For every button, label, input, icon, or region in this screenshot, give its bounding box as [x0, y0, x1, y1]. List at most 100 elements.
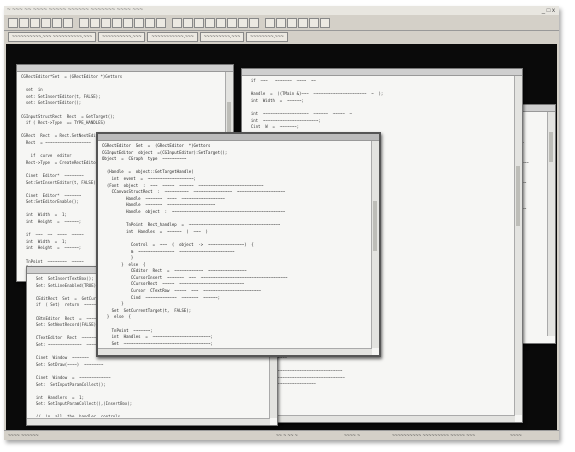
code-line: }: [102, 301, 124, 307]
code-line: (Font object : ~~~ ~~~~~ ~~~~~~ ~~~~~~~~…: [102, 182, 264, 188]
code-line: Cinet Window = ~~~~~~~~~~~~~: [31, 374, 111, 380]
horizontal-scrollbar[interactable]: [27, 418, 270, 425]
code-line: CGInputStructRect Rect = GetTarget();: [21, 113, 115, 119]
vertical-scrollbar[interactable]: [371, 141, 379, 348]
app-window: ~ ~~~ ~~ ~~~~ ~~~~~ ~~~~~~ ~~~~~~~ ~~~~ …: [4, 6, 559, 440]
horizontal-scrollbar[interactable]: [242, 415, 515, 422]
toolbar-button-icon[interactable]: [134, 18, 144, 28]
tab-document-4[interactable]: ~~~~~~~~~.~~~: [199, 32, 245, 42]
code-line: set: GetInsertEditor();: [21, 100, 82, 106]
code-line: Cint W = ~~~~~~~;: [246, 124, 299, 130]
toolbar-button-icon[interactable]: [41, 18, 51, 28]
toolbar-button-icon[interactable]: [265, 18, 275, 28]
toolbar-button-icon[interactable]: [320, 18, 330, 28]
scrollbar-thumb[interactable]: [516, 166, 520, 226]
toolbar-separator: [167, 18, 171, 28]
code-line: int ~~~~~~~~~~~~~~~~~~~~~~~;: [246, 117, 321, 123]
code-line: Handle ~~~~~~~ ~~~~~~~~~~~~~~~~~~~~: [102, 202, 216, 208]
toolbar-button-icon[interactable]: [287, 18, 297, 28]
toolbar-button-icon[interactable]: [227, 18, 237, 28]
code-line: CCursorRect ~~~~~ ~~~~~~~~~~~~~~~~~~~~~~…: [102, 281, 245, 287]
code-area[interactable]: CGRectEditor Set = (GRectEditor *)Gettor…: [102, 143, 369, 347]
code-line: Cursor CTextRow ~~~~~ ~~~ ~~~~~~~~~~~~~~…: [102, 288, 261, 294]
toolbar-button-icon[interactable]: [309, 18, 319, 28]
vertical-scrollbar[interactable]: [547, 112, 555, 336]
toolbar-button-icon[interactable]: [156, 18, 166, 28]
status-message: ~~~~ ~~~~~~: [8, 432, 39, 439]
horizontal-scrollbar[interactable]: [98, 348, 372, 355]
code-line: Set: SetDraw(~~~~) ~~~~~~~~: [31, 361, 104, 367]
toolbar-button-icon[interactable]: [101, 18, 111, 28]
toolbar-button-icon[interactable]: [90, 18, 100, 28]
toolbar-button-icon[interactable]: [172, 18, 182, 28]
tab-document-3[interactable]: ~~~~~~~~~~~.~~~: [147, 32, 198, 42]
code-line: Cind ~~~~~~~~~~~~~ ~~~~~~~ ~~~~~~;: [102, 294, 221, 300]
toolbar-button-icon[interactable]: [19, 18, 29, 28]
window-titlebar[interactable]: [98, 134, 379, 141]
code-line: int Handlers = 1;: [31, 394, 84, 400]
tab-document-2[interactable]: ~~~~~~~~~~.~~~: [98, 32, 146, 42]
toolbar-button-icon[interactable]: [30, 18, 40, 28]
code-line: if ( Rect->Type == TYPE_HANDLES): [21, 120, 106, 126]
toolbar-button-icon[interactable]: [183, 18, 193, 28]
code-line: } else {: [102, 261, 146, 267]
code-line: int Width = ~~~~~~;: [246, 97, 304, 103]
code-line: Handle object : ~~~~~~~~~~~~~~~~~~~~~~~~…: [102, 208, 286, 214]
status-position: ~~ ~ ~~ ~: [276, 432, 298, 439]
code-line: set: SetInsertEditor(t, FALSE);: [21, 93, 101, 99]
status-mode: ~~~~~~~~~~ ~~~~~~~~~ ~~~~~ ~~~: [392, 432, 476, 439]
mdi-workspace: ~~~~~~~~~~~~~~~~~~~~~~~~~~~~~~~~~~~~~~~~…: [6, 44, 557, 432]
code-line: // in all the handler controls: [31, 414, 121, 417]
code-line: CGInputEditor object =(CGInputEditor):Se…: [102, 149, 228, 155]
toolbar-button-icon[interactable]: [52, 18, 62, 28]
tab-document-5[interactable]: ~~~~~~~~.~~~: [246, 32, 288, 42]
toolbar-button-icon[interactable]: [123, 18, 133, 28]
toolbar-button-icon[interactable]: [216, 18, 226, 28]
toolbar: [4, 16, 559, 31]
code-line: TnPoint ~~~~~~~;: [102, 327, 153, 333]
code-line: m ~~~~~~~~~~~~~~~ ~~~~~~~~~~~~~~~~~~~~~~…: [102, 248, 235, 254]
code-line: TnPoint Rect_handlep = ~~~~~~~~~~~~~~~~~…: [102, 222, 281, 228]
toolbar-button-icon[interactable]: [63, 18, 73, 28]
scrollbar-thumb[interactable]: [549, 132, 553, 162]
status-bar: ~~~~ ~~~~~~ ~~ ~ ~~ ~ ~~~~ ~ ~~~~~~~~~~ …: [4, 430, 559, 440]
code-line: Set SetCurrentTarget(t, FALSE);: [102, 307, 192, 313]
toolbar-button-icon[interactable]: [112, 18, 122, 28]
scrollbar-thumb[interactable]: [373, 201, 377, 251]
code-line: CCanvasStructRect : ~~~~~~~~~~ ~~~~~~~~~…: [102, 189, 286, 195]
toolbar-button-icon[interactable]: [79, 18, 89, 28]
toolbar-button-icon[interactable]: [249, 18, 259, 28]
toolbar-button-icon[interactable]: [8, 18, 18, 28]
toolbar-button-icon[interactable]: [238, 18, 248, 28]
toolbar-button-icon[interactable]: [205, 18, 215, 28]
toolbar-button-icon[interactable]: [194, 18, 204, 28]
code-line: Set: SetInputParamCollect(),(InsertBox);: [31, 401, 133, 407]
code-line: CGRectEditor Set = (GRectEditor *)Gettor…: [102, 143, 211, 148]
toolbar-button-icon[interactable]: [276, 18, 286, 28]
window-titlebar[interactable]: [242, 69, 522, 76]
toolbar-button-icon[interactable]: [298, 18, 308, 28]
window-titlebar[interactable]: [17, 65, 233, 72]
code-line: Object = CGraph type ~~~~~~~~~~: [102, 156, 187, 162]
window-title: ~ ~~~ ~~ ~~~~ ~~~~~ ~~~~~~ ~~~~~~~ ~~~~ …: [7, 7, 143, 13]
title-bar: ~ ~~~ ~~ ~~~~ ~~~~~ ~~~~~~ ~~~~~~~ ~~~~ …: [4, 6, 559, 15]
code-line: Set ~~~~~~~~~~~~~~~~~~~~~~~~~~~~~~~~~~~~…: [102, 340, 213, 346]
toolbar-button-icon[interactable]: [145, 18, 155, 28]
code-line: }: [102, 255, 134, 261]
vertical-scrollbar[interactable]: [514, 76, 522, 415]
window-controls[interactable]: _ □ x: [542, 7, 555, 16]
tab-document-1[interactable]: ~~~~~~~~~~.~~~ ~~~~~~~~~~.~~~: [8, 32, 97, 42]
editor-window-center[interactable]: CGRectEditor Set = (GRectEditor *)Gettor…: [96, 132, 381, 357]
code-line: ~~~~~~~~~~~~~~~~~~~~~~~~~~~: [246, 381, 316, 387]
toolbar-separator: [74, 18, 78, 28]
